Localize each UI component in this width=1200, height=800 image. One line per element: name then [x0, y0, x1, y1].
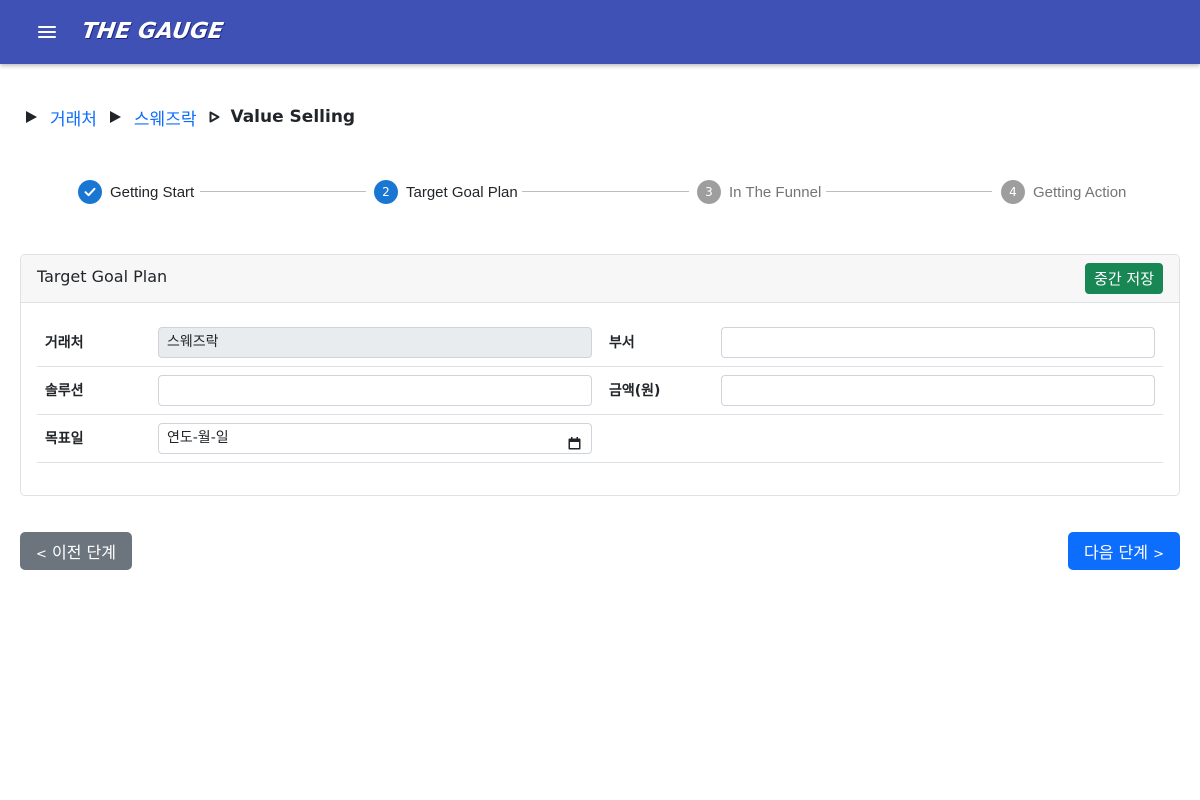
department-label: 부서 [609, 335, 635, 351]
client-field: 스웨즈락 [158, 327, 592, 358]
target-date-field[interactable]: 연도-월-일 [158, 423, 592, 454]
app-logo[interactable]: THE GAUGE [80, 17, 225, 47]
form-row: 목표일 연도-월-일 [37, 415, 1163, 463]
form-row: 거래처 스웨즈락 부서 [37, 319, 1163, 367]
amount-label: 금액(원) [609, 383, 661, 399]
hamburger-menu-icon[interactable] [36, 22, 60, 42]
step-getting-action[interactable]: 4 Getting Action [1001, 180, 1126, 204]
breadcrumb-current: Value Selling [230, 107, 356, 127]
step-getting-start[interactable]: Getting Start [78, 180, 194, 204]
department-field[interactable] [721, 327, 1155, 358]
solution-label: 솔루션 [45, 383, 84, 399]
step-label: Getting Start [110, 183, 195, 201]
breadcrumb-arrow-icon [109, 111, 121, 123]
step-connector [200, 191, 366, 192]
form-row: 솔루션 금액(원) [37, 367, 1163, 415]
check-icon [78, 180, 102, 204]
next-step-button[interactable]: 다음 단계 > [1068, 532, 1180, 570]
card-title: Target Goal Plan [37, 267, 168, 286]
calendar-icon[interactable] [568, 432, 581, 450]
step-in-the-funnel[interactable]: 3 In The Funnel [697, 180, 821, 204]
step-connector [826, 191, 992, 192]
solution-field[interactable] [158, 375, 592, 406]
step-number: 4 [1001, 180, 1025, 204]
breadcrumb-link-client[interactable]: 스웨즈락 [134, 105, 197, 130]
breadcrumb-link-clients[interactable]: 거래처 [50, 105, 97, 130]
amount-field[interactable] [721, 375, 1155, 406]
step-label: In The Funnel [729, 183, 822, 201]
step-label: Getting Action [1033, 183, 1127, 201]
breadcrumb-arrow-icon [26, 111, 37, 123]
target-date-label: 목표일 [45, 431, 84, 447]
chevron-right-icon: > [1153, 547, 1164, 562]
next-step-label: 다음 단계 [1084, 543, 1148, 562]
breadcrumb-arrow-outline-icon [209, 111, 220, 123]
app-bar: THE GAUGE [0, 0, 1200, 64]
breadcrumb: 거래처 스웨즈락 Value Selling [26, 105, 356, 130]
step-number: 3 [697, 180, 721, 204]
interim-save-button[interactable]: 중간 저장 [1085, 263, 1163, 294]
step-connector [522, 191, 689, 192]
card-header: Target Goal Plan 중간 저장 [21, 255, 1179, 303]
target-date-value: 연도-월-일 [167, 430, 229, 446]
step-label: Target Goal Plan [406, 183, 518, 201]
client-label: 거래처 [45, 335, 84, 351]
previous-step-button[interactable]: < 이전 단계 [20, 532, 132, 570]
step-target-goal-plan[interactable]: 2 Target Goal Plan [374, 180, 518, 204]
progress-stepper: Getting Start 2 Target Goal Plan 3 In Th… [78, 180, 1128, 204]
previous-step-label: 이전 단계 [52, 543, 116, 562]
step-number: 2 [374, 180, 398, 204]
chevron-left-icon: < [36, 547, 47, 562]
target-goal-plan-card: Target Goal Plan 중간 저장 거래처 스웨즈락 부서 솔루션 금… [20, 254, 1180, 496]
